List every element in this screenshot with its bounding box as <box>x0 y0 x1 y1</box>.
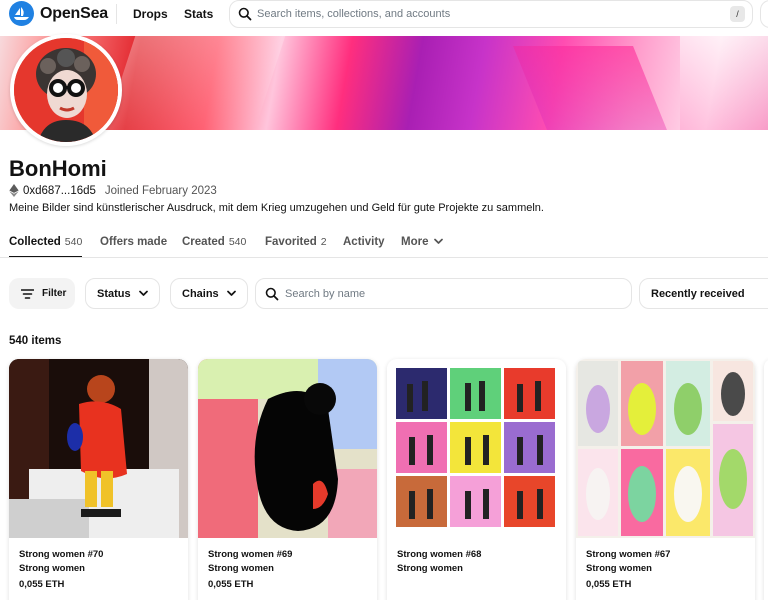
filter-icon <box>21 288 34 299</box>
chains-dropdown[interactable]: Chains <box>170 278 248 309</box>
nft-card[interactable]: Strong women #67 Strong women 0,055 ETH <box>576 359 755 600</box>
sort-label: Recently received <box>651 287 745 300</box>
tab-label: Offers made <box>100 236 168 248</box>
tab-offers-made[interactable]: Offers made <box>100 236 167 248</box>
nft-card[interactable]: Strong women #68 Strong women <box>387 359 566 600</box>
status-dropdown[interactable]: Status <box>85 278 160 309</box>
wallet-address[interactable]: 0xd687...16d5 <box>23 185 96 197</box>
nft-image <box>576 359 755 538</box>
search-shortcut-key: / <box>730 6 745 22</box>
nft-price: 0,055 ETH <box>586 579 632 590</box>
sort-dropdown[interactable]: Recently received <box>639 278 768 309</box>
joined-date: Joined February 2023 <box>104 184 217 197</box>
tab-count: 540 <box>64 236 83 248</box>
search-icon <box>265 287 279 301</box>
tab-favorited[interactable]: Favorited 2 <box>265 236 327 248</box>
nft-price: 0,055 ETH <box>19 579 65 590</box>
chevron-down-icon <box>433 238 443 244</box>
nft-image <box>9 359 188 538</box>
tab-label: Activity <box>343 236 385 248</box>
filter-label: Filter <box>42 288 67 299</box>
nav-link-drops[interactable]: Drops <box>133 7 168 21</box>
top-nav: OpenSea Drops Stats Search items, collec… <box>0 0 768 36</box>
tab-created[interactable]: Created 540 <box>182 236 246 248</box>
nft-card[interactable] <box>764 359 768 600</box>
ethereum-icon <box>9 184 19 197</box>
nft-title: Strong women #68 <box>397 549 482 560</box>
nav-divider <box>116 4 117 24</box>
opensea-logo[interactable]: OpenSea <box>9 1 108 26</box>
tab-count: 2 <box>320 236 327 248</box>
nft-image <box>387 359 566 538</box>
avatar[interactable] <box>10 34 122 146</box>
nft-title: Strong women #69 <box>208 549 293 560</box>
chains-label: Chains <box>182 287 219 300</box>
search-icon <box>238 7 252 21</box>
profile-name: BonHomi <box>9 156 107 181</box>
tab-activity[interactable]: Activity <box>343 236 385 248</box>
items-count: 540 items <box>9 335 62 347</box>
nft-title: Strong women #70 <box>19 549 104 560</box>
tab-label: Collected <box>9 236 61 248</box>
chevron-down-icon <box>227 290 236 296</box>
nft-collection: Strong women <box>586 563 652 574</box>
nft-collection: Strong women <box>208 563 274 574</box>
nft-title: Strong women #67 <box>586 549 671 560</box>
nft-card[interactable]: Strong women #69 Strong women 0,055 ETH <box>198 359 377 600</box>
brand-name: OpenSea <box>40 4 108 22</box>
tab-label: Created <box>182 236 225 248</box>
tab-label: More <box>401 236 429 248</box>
global-search-placeholder: Search items, collections, and accounts <box>257 8 451 20</box>
nft-image <box>198 359 377 538</box>
nft-collection: Strong women <box>19 563 85 574</box>
filter-button[interactable]: Filter <box>9 278 75 309</box>
status-label: Status <box>97 287 131 300</box>
tab-collected[interactable]: Collected 540 <box>9 236 83 258</box>
opensea-logo-icon <box>9 1 34 26</box>
search-by-name-input[interactable]: Search by name <box>255 278 632 309</box>
tabs-divider <box>0 257 768 258</box>
global-search-input[interactable]: Search items, collections, and accounts … <box>229 0 753 28</box>
tab-count: 540 <box>228 236 247 248</box>
tab-label: Favorited <box>265 236 317 248</box>
profile-bio: Meine Bilder sind künstlerischer Ausdruc… <box>9 202 544 214</box>
chevron-down-icon <box>139 290 148 296</box>
nft-card[interactable]: Strong women #70 Strong women 0,055 ETH <box>9 359 188 600</box>
nav-action-button[interactable] <box>760 0 768 28</box>
search-by-name-placeholder: Search by name <box>285 288 366 300</box>
nav-link-stats[interactable]: Stats <box>184 7 213 21</box>
tab-more[interactable]: More <box>401 236 443 248</box>
profile-meta: 0xd687...16d5 Joined February 2023 <box>9 184 217 197</box>
nft-price: 0,055 ETH <box>208 579 254 590</box>
nft-collection: Strong women <box>397 563 463 574</box>
